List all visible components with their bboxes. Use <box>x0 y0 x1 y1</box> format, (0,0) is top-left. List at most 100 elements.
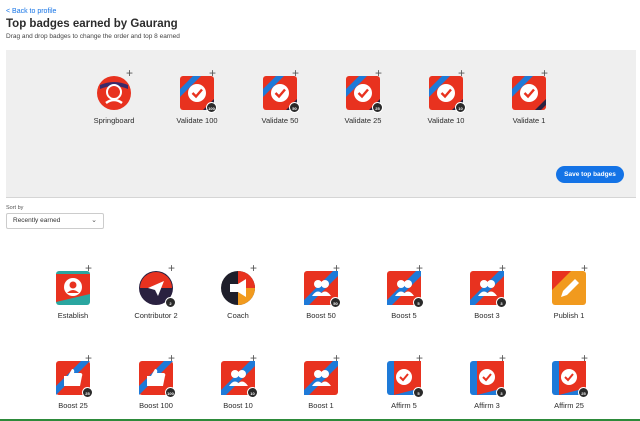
badge-label: Publish 1 <box>553 311 585 320</box>
badge-count: 10 <box>247 387 258 398</box>
add-badge-plus-icon[interactable]: + <box>168 352 175 364</box>
validate-check-icon <box>511 75 547 111</box>
badge-item[interactable]: 25 + Boost 25 <box>43 352 103 410</box>
badge-item[interactable]: 3 + Boost 3 <box>457 262 517 320</box>
badge-count: 100 <box>165 387 176 398</box>
add-badge-plus-icon[interactable]: + <box>250 352 257 364</box>
badge-item[interactable]: + Validate 1 <box>499 67 559 125</box>
badge-label: Establish <box>57 311 89 320</box>
chevron-down-icon: ⌄ <box>91 217 97 224</box>
badge-count: 25 <box>578 387 589 398</box>
badge-label: Boost 5 <box>391 311 417 320</box>
badge-label: Validate 100 <box>176 116 218 125</box>
boost-people-icon: 3 <box>469 270 507 308</box>
badge-count: 5 <box>413 387 424 398</box>
add-badge-plus-icon[interactable]: + <box>458 67 465 79</box>
badge-count: 2 <box>165 297 176 308</box>
top-badges-panel: + Springboard 100 + Validate 100 50 + Validat… <box>6 50 636 198</box>
add-badge-plus-icon[interactable]: + <box>416 352 423 364</box>
validate-check-icon: 25 <box>345 75 383 113</box>
affirm-check-icon: 25 <box>551 360 589 398</box>
badge-label: Affirm 25 <box>554 401 584 410</box>
badge-label: Boost 25 <box>58 401 88 410</box>
badge-item[interactable]: + Publish 1 <box>539 262 599 320</box>
badge-count: 50 <box>289 102 300 113</box>
badge-label: Validate 50 <box>261 116 299 125</box>
page-title: Top badges earned by Gaurang <box>6 18 178 30</box>
add-badge-plus-icon[interactable]: + <box>85 262 92 274</box>
badge-label: Boost 1 <box>308 401 334 410</box>
back-to-profile-link[interactable]: < Back to profile <box>6 8 56 15</box>
badge-item[interactable]: + Springboard <box>84 67 144 125</box>
badge-item[interactable]: 25 + Affirm 25 <box>539 352 599 410</box>
badge-label: Boost 50 <box>306 311 336 320</box>
add-badge-plus-icon[interactable]: + <box>126 67 133 79</box>
sort-select[interactable]: Recently earned ⌄ <box>6 213 104 229</box>
validate-check-icon: 10 <box>428 75 466 113</box>
badge-label: Affirm 3 <box>474 401 500 410</box>
establish-person-icon <box>55 270 91 306</box>
validate-check-icon: 100 <box>179 75 217 113</box>
badge-label: Validate 25 <box>344 116 382 125</box>
boost-people-icon: 10 <box>220 360 258 398</box>
add-badge-plus-icon[interactable]: + <box>250 262 257 274</box>
badge-item[interactable]: 100 + Boost 100 <box>126 352 186 410</box>
add-badge-plus-icon[interactable]: + <box>416 262 423 274</box>
affirm-check-icon: 3 <box>469 360 507 398</box>
boost-people-icon: 5 <box>386 270 424 308</box>
add-badge-plus-icon[interactable]: + <box>333 262 340 274</box>
add-badge-plus-icon[interactable]: + <box>375 67 382 79</box>
springboard-hand-icon <box>96 75 132 111</box>
page-subtitle: Drag and drop badges to change the order… <box>6 33 180 40</box>
add-badge-plus-icon[interactable]: + <box>292 67 299 79</box>
badge-count: 50 <box>330 297 341 308</box>
badge-item[interactable]: 2 + Contributor 2 <box>126 262 186 320</box>
badge-item[interactable]: 10 + Validate 10 <box>416 67 476 125</box>
badge-item[interactable]: 25 + Validate 25 <box>333 67 393 125</box>
validate-check-icon: 50 <box>262 75 300 113</box>
badge-item[interactable]: 50 + Boost 50 <box>291 262 351 320</box>
badge-label: Contributor 2 <box>134 311 178 320</box>
affirm-check-icon: 5 <box>386 360 424 398</box>
save-top-badges-button[interactable]: Save top badges <box>556 166 624 183</box>
add-badge-plus-icon[interactable]: + <box>333 352 340 364</box>
badge-label: Validate 10 <box>427 116 465 125</box>
badge-item[interactable]: 3 + Affirm 3 <box>457 352 517 410</box>
sort-selected-value: Recently earned <box>13 217 61 224</box>
badge-label: Affirm 5 <box>391 401 417 410</box>
badge-count: 10 <box>455 102 466 113</box>
add-badge-plus-icon[interactable]: + <box>541 67 548 79</box>
badge-item[interactable]: 10 + Boost 10 <box>208 352 268 410</box>
badge-label: Boost 3 <box>474 311 500 320</box>
badge-count: 25 <box>372 102 383 113</box>
add-badge-plus-icon[interactable]: + <box>581 352 588 364</box>
badge-count: 5 <box>413 297 424 308</box>
badge-label: Coach <box>227 311 249 320</box>
publish-pencil-icon <box>551 270 587 306</box>
add-badge-plus-icon[interactable]: + <box>499 262 506 274</box>
boost-thumbs-icon: 100 <box>138 360 176 398</box>
badge-item[interactable]: + Coach <box>208 262 268 320</box>
add-badge-plus-icon[interactable]: + <box>85 352 92 364</box>
badge-count: 25 <box>82 387 93 398</box>
badge-item[interactable]: 100 + Validate 100 <box>167 67 227 125</box>
contributor-plane-icon: 2 <box>138 270 176 308</box>
boost-people-icon: 50 <box>303 270 341 308</box>
coach-megaphone-icon <box>220 270 256 306</box>
boost-people-icon <box>303 360 339 396</box>
badge-item[interactable]: + Boost 1 <box>291 352 351 410</box>
badge-item[interactable]: 5 + Affirm 5 <box>374 352 434 410</box>
add-badge-plus-icon[interactable]: + <box>499 352 506 364</box>
badge-item[interactable]: 50 + Validate 50 <box>250 67 310 125</box>
badge-label: Boost 10 <box>223 401 253 410</box>
sort-label: Sort by <box>6 205 24 211</box>
badge-item[interactable]: 5 + Boost 5 <box>374 262 434 320</box>
badge-count: 3 <box>496 297 507 308</box>
badge-label: Springboard <box>93 116 135 125</box>
badge-label: Boost 100 <box>139 401 173 410</box>
add-badge-plus-icon[interactable]: + <box>168 262 175 274</box>
add-badge-plus-icon[interactable]: + <box>581 262 588 274</box>
badge-item[interactable]: + Establish <box>43 262 103 320</box>
add-badge-plus-icon[interactable]: + <box>209 67 216 79</box>
badge-count: 100 <box>206 102 217 113</box>
